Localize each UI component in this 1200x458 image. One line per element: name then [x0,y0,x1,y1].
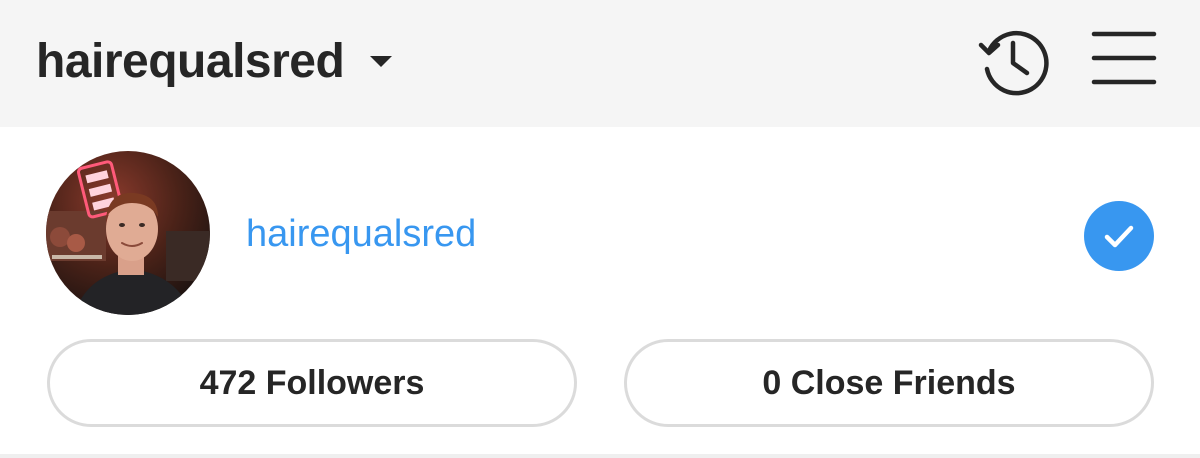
header-title: hairequalsred [36,34,345,88]
checkmark-icon [1104,225,1134,248]
close-friends-button[interactable]: 0 Close Friends [624,339,1154,427]
followers-button[interactable]: 472 Followers [47,339,577,427]
history-icon [978,30,1049,96]
avatar[interactable] [46,151,210,315]
divider [0,454,1200,458]
history-button[interactable] [975,23,1051,99]
hamburger-menu-icon [1091,31,1157,85]
account-username[interactable]: hairequalsred [246,213,476,256]
chevron-down-icon [370,55,393,67]
account-switcher[interactable]: hairequalsred [36,30,393,92]
account-row: hairequalsred [0,127,1200,337]
top-bar: hairequalsred [0,0,1200,127]
selected-badge[interactable] [1084,201,1154,271]
menu-button[interactable] [1090,28,1158,88]
